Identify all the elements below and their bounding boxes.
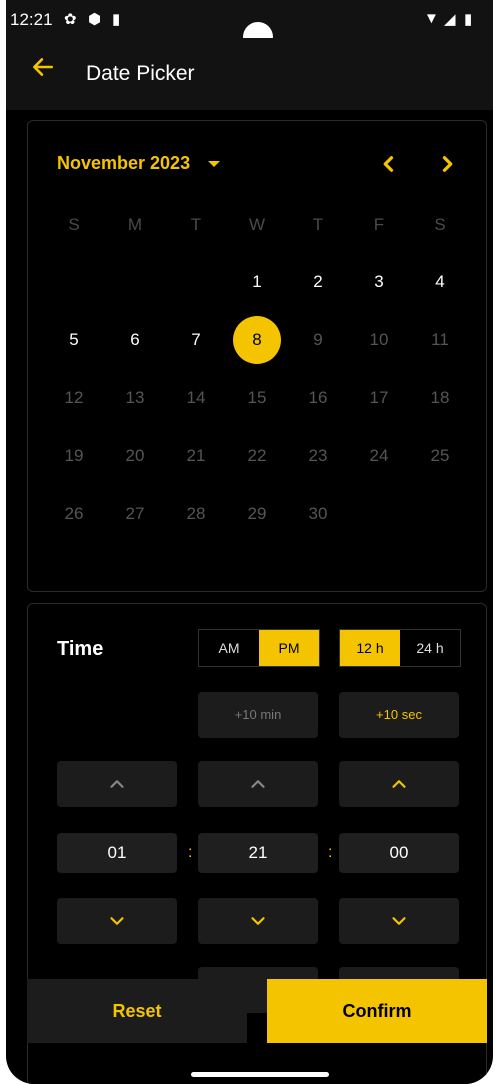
minute-down-button[interactable]: [198, 898, 318, 944]
weekday-label: T: [312, 215, 324, 234]
phone-screen: 12:21 ✿ ⬢ ▮ ▼ ◢ ▮ Date Picker November 2…: [6, 0, 493, 1084]
weekday-label: F: [373, 215, 385, 234]
chevron-down-icon: [110, 917, 124, 925]
second-field[interactable]: 00: [339, 833, 459, 873]
day-cell[interactable]: 12: [50, 374, 98, 422]
weekday-label: W: [248, 215, 266, 234]
status-bar: 12:21 ✿ ⬢ ▮ ▼ ◢ ▮: [6, 0, 493, 52]
hour-field[interactable]: 01: [57, 833, 177, 873]
am-pm-toggle: AM PM: [198, 629, 320, 667]
plus-10-sec-button[interactable]: +10 sec: [339, 692, 459, 738]
day-cell[interactable]: 18: [416, 374, 464, 422]
day-cell[interactable]: 9: [294, 316, 342, 364]
month-label: November 2023: [57, 153, 191, 173]
hour-format-toggle: 12 h 24 h: [339, 629, 461, 667]
page-title: Date Picker: [86, 62, 195, 85]
day-cell[interactable]: 29: [233, 490, 281, 538]
day-cell[interactable]: 22: [233, 432, 281, 480]
day-cell[interactable]: 11: [416, 316, 464, 364]
signal-icon: ◢: [444, 11, 456, 28]
chevron-up-icon: [392, 780, 406, 788]
day-cell[interactable]: 17: [355, 374, 403, 422]
day-cell[interactable]: 13: [111, 374, 159, 422]
sd-card-icon: ▮: [112, 11, 121, 28]
day-cell[interactable]: 23: [294, 432, 342, 480]
day-cell[interactable]: 25: [416, 432, 464, 480]
format-12h-option[interactable]: 12 h: [340, 630, 400, 666]
weekday-label: M: [127, 215, 143, 234]
back-arrow-icon[interactable]: [30, 54, 56, 80]
calendar-card: November 2023 S M T W T F S 1 2 3 4 5 6 7 8 9 10 11 12 13 14…: [27, 120, 487, 592]
chevron-up-icon: [110, 780, 124, 788]
selected-day[interactable]: 8: [233, 316, 281, 364]
settings-icon: ✿: [64, 11, 77, 28]
time-label: Time: [57, 638, 104, 660]
day-cell[interactable]: 3: [355, 258, 403, 306]
day-cell[interactable]: 1: [233, 258, 281, 306]
shield-icon: ⬢: [88, 11, 102, 28]
minute-field[interactable]: 21: [198, 833, 318, 873]
day-cell[interactable]: 19: [50, 432, 98, 480]
day-cell[interactable]: 20: [111, 432, 159, 480]
plus-10-min-button[interactable]: +10 min: [198, 692, 318, 738]
day-cell[interactable]: 26: [50, 490, 98, 538]
month-selector[interactable]: November 2023: [57, 153, 221, 174]
day-cell[interactable]: 24: [355, 432, 403, 480]
minute-up-button[interactable]: [198, 761, 318, 807]
hour-up-button[interactable]: [57, 761, 177, 807]
time-separator: :: [328, 844, 333, 861]
caret-down-icon: [208, 161, 221, 168]
status-time: 12:21: [10, 10, 53, 29]
reset-button[interactable]: Reset: [27, 979, 247, 1043]
chevron-left-icon[interactable]: [374, 149, 404, 179]
second-up-button[interactable]: [339, 761, 459, 807]
day-cell[interactable]: 14: [172, 374, 220, 422]
day-cell[interactable]: 5: [50, 316, 98, 364]
day-cell[interactable]: 15: [233, 374, 281, 422]
day-cell[interactable]: 30: [294, 490, 342, 538]
day-cell[interactable]: 10: [355, 316, 403, 364]
day-cell[interactable]: 6: [111, 316, 159, 364]
app-bar: Date Picker: [6, 38, 493, 110]
day-cell[interactable]: 27: [111, 490, 159, 538]
battery-icon: ▮: [464, 11, 473, 28]
chevron-down-icon: [251, 917, 265, 925]
weekday-label: S: [68, 215, 80, 234]
weekday-label: T: [190, 215, 202, 234]
day-cell[interactable]: 7: [172, 316, 220, 364]
confirm-button[interactable]: Confirm: [267, 979, 487, 1043]
am-option[interactable]: AM: [199, 630, 259, 666]
wifi-icon: ▼: [424, 10, 439, 27]
chevron-up-icon: [251, 780, 265, 788]
chevron-right-icon[interactable]: [432, 149, 462, 179]
time-separator: :: [188, 844, 193, 861]
day-cell[interactable]: 2: [294, 258, 342, 306]
home-indicator[interactable]: [191, 1072, 329, 1077]
day-cell[interactable]: 28: [172, 490, 220, 538]
chevron-down-icon: [392, 917, 406, 925]
hour-down-button[interactable]: [57, 898, 177, 944]
day-cell[interactable]: 21: [172, 432, 220, 480]
weekday-label: S: [434, 215, 446, 234]
pm-option[interactable]: PM: [259, 630, 319, 666]
format-24h-option[interactable]: 24 h: [400, 630, 460, 666]
day-cell[interactable]: 4: [416, 258, 464, 306]
day-cell[interactable]: 16: [294, 374, 342, 422]
second-down-button[interactable]: [339, 898, 459, 944]
